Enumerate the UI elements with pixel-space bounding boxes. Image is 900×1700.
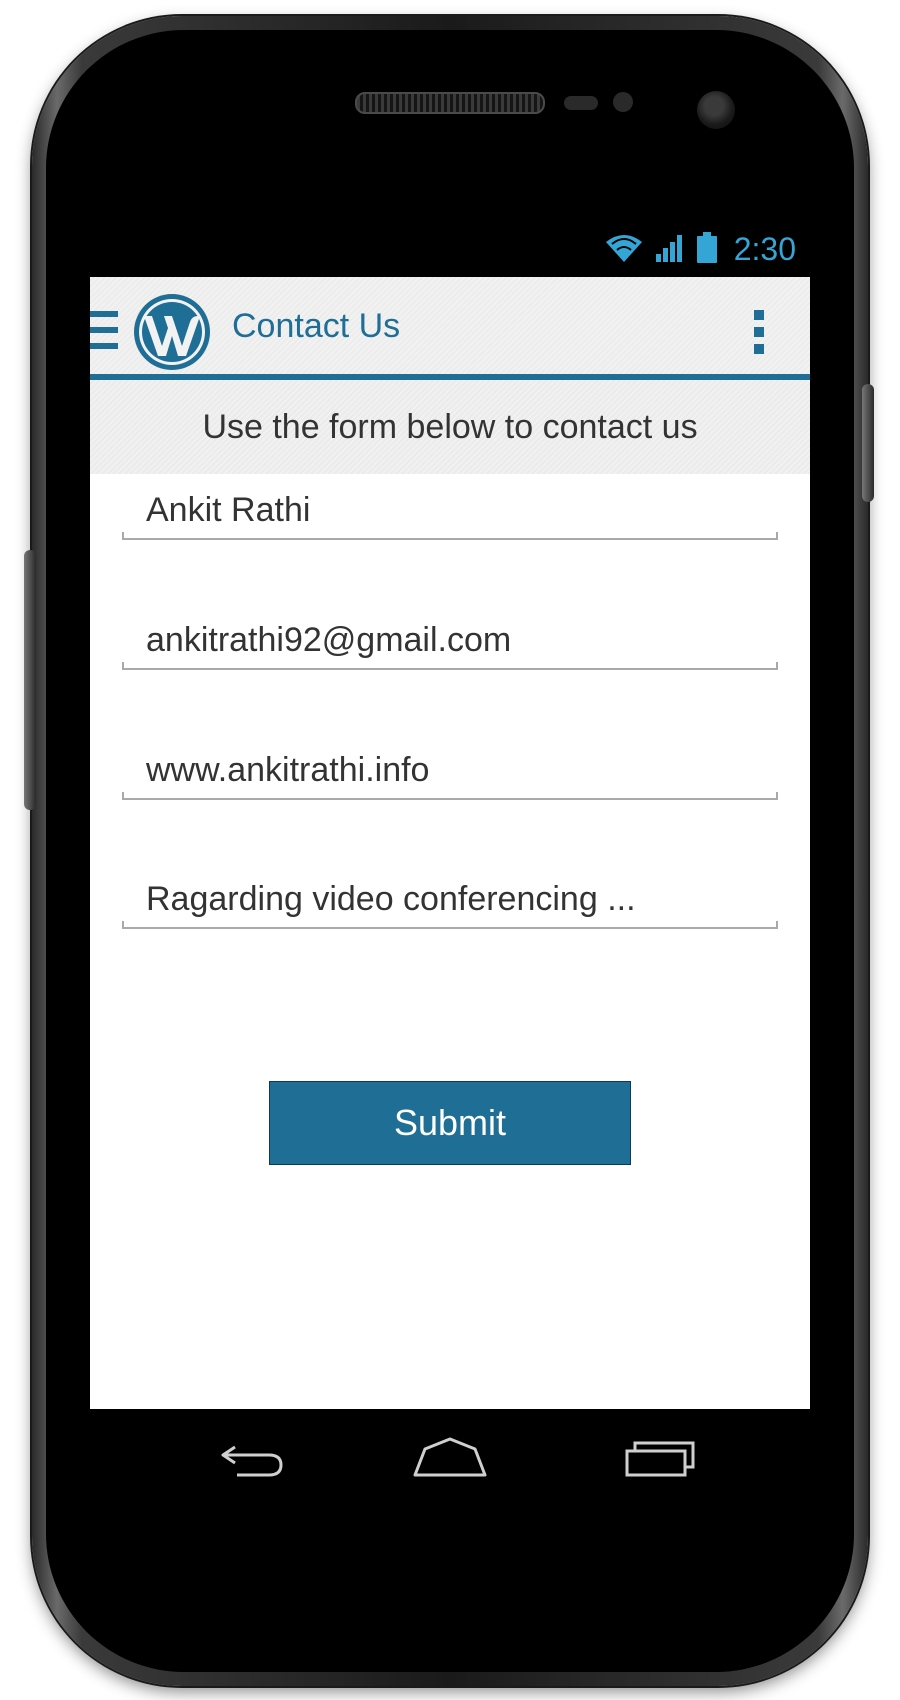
message-field xyxy=(122,869,778,929)
name-field xyxy=(122,480,778,540)
battery-icon xyxy=(696,231,718,268)
page-title: Contact Us xyxy=(232,307,401,345)
overflow-menu-icon[interactable] xyxy=(754,310,766,354)
recent-apps-icon[interactable] xyxy=(617,1427,707,1487)
signal-icon xyxy=(654,232,686,268)
light-sensor xyxy=(613,92,633,112)
website-field xyxy=(122,740,778,800)
power-button xyxy=(862,384,874,502)
back-icon[interactable] xyxy=(207,1427,297,1487)
form-intro: Use the form below to contact us xyxy=(90,380,810,474)
front-camera xyxy=(697,91,735,129)
status-bar: 2:30 xyxy=(90,225,810,277)
status-icons: 2:30 xyxy=(604,231,796,268)
name-input[interactable] xyxy=(146,488,766,532)
navigation-bar xyxy=(90,1409,810,1519)
submit-button[interactable]: Submit xyxy=(269,1081,631,1165)
proximity-sensor xyxy=(564,96,598,110)
message-input[interactable] xyxy=(146,877,766,921)
status-time: 2:30 xyxy=(733,231,796,267)
home-icon[interactable] xyxy=(405,1427,495,1487)
volume-button xyxy=(24,550,36,810)
app-bar: Contact Us xyxy=(90,277,810,380)
wifi-icon xyxy=(604,232,644,268)
email-input[interactable] xyxy=(146,618,766,662)
website-input[interactable] xyxy=(146,748,766,792)
earpiece-speaker xyxy=(355,92,545,114)
app-screen: Contact Us Use the form below to contact… xyxy=(90,277,810,1409)
email-field xyxy=(122,610,778,670)
wordpress-logo[interactable] xyxy=(132,292,212,372)
hamburger-menu-icon[interactable] xyxy=(90,311,118,351)
